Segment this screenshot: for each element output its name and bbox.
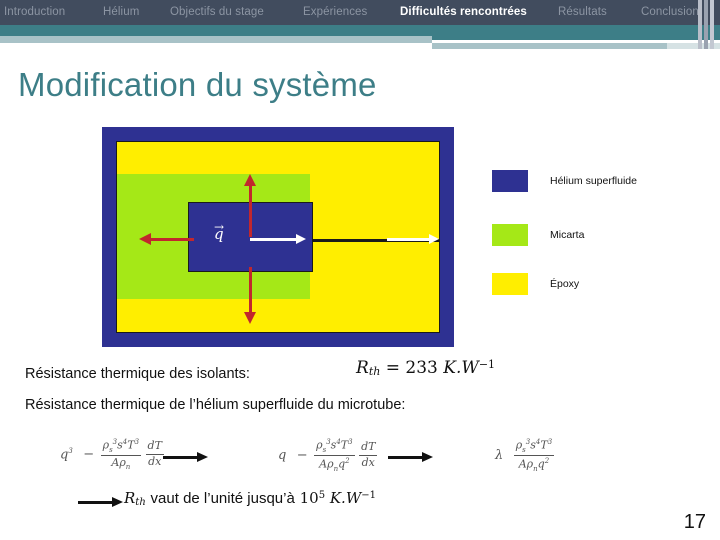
legend-item-micarta: Micarta — [492, 224, 584, 246]
eq1-lhs: q3 — [60, 446, 73, 463]
legend-swatch-epoxy — [492, 273, 528, 295]
legend-label-epoxy: Époxy — [550, 278, 580, 290]
nav-item-introduction[interactable]: Introduction — [4, 0, 65, 25]
nav-item-helium[interactable]: Hélium — [103, 0, 139, 25]
nav-item-resultats[interactable]: Résultats — [558, 0, 607, 25]
flux-arrow-up-shaft — [249, 185, 252, 237]
conclusion-unit-exponent: −1 — [361, 490, 376, 501]
page-number: 17 — [683, 511, 706, 533]
accent-vertical-bar-2 — [704, 0, 708, 49]
accent-band-pale-left — [0, 36, 432, 43]
nav-item-experiences[interactable]: Expériences — [303, 0, 367, 25]
equation-gorter-mellink: q3 − ρs3s4T3 Aρn dT dx — [60, 438, 164, 471]
eq2-lhs: q — [278, 447, 287, 463]
eq2-fraction: ρs3s4T3 Aρnq2 — [314, 438, 355, 473]
white-arrow-2-head — [429, 234, 439, 244]
eq3-fraction: ρs3s4T3 Aρnq2 — [513, 438, 555, 473]
rth-isolants-value: Rth = 233 K.W−1 — [356, 358, 495, 378]
eq2-gradient-den: dx — [361, 455, 375, 469]
heat-flux-label: → q — [214, 220, 224, 243]
resistance-helium-label: Résistance thermique de l’hélium superfl… — [25, 397, 406, 413]
accent-band-pale-mid — [432, 43, 667, 49]
eq1-gradient-num: dT — [145, 440, 164, 456]
eq3-denominator: Aρnq2 — [518, 456, 550, 473]
conclusion-symbol: R — [124, 489, 136, 507]
white-arrow-2-shaft — [387, 238, 431, 241]
eq1-denominator: Aρn — [111, 455, 131, 472]
legend-label-helium: Hélium superfluide — [550, 175, 637, 187]
rth-unit: K.W — [443, 358, 479, 378]
legend-label-micarta: Micarta — [550, 229, 585, 241]
eq1-gradient: dT dx — [145, 440, 164, 469]
equation-row: q3 − ρs3s4T3 Aρn dT dx q − ρs3s4T3 Aρnq2… — [60, 432, 700, 482]
rth-exponent: −1 — [478, 358, 496, 371]
eq1-fraction: ρs3s4T3 Aρn — [100, 438, 142, 472]
flux-arrow-left-shaft — [149, 238, 194, 241]
eq1-minus: − — [83, 447, 95, 463]
flux-arrow-down-shaft — [249, 267, 252, 317]
eq2-gradient: dT dx — [359, 441, 378, 469]
rth-number: 233 — [405, 358, 438, 378]
conclusion-value: 10 — [299, 489, 319, 507]
system-cross-section-diagram: → q — [102, 127, 454, 347]
page-title: Modification du système — [18, 66, 377, 103]
white-arrow-1-shaft — [250, 238, 298, 241]
eq2-gradient-num: dT — [359, 441, 378, 456]
rth-symbol: R — [356, 358, 369, 378]
accent-vertical-bar-3 — [710, 0, 714, 49]
flux-arrow-up-head — [244, 174, 256, 186]
eq2-numerator: ρs3s4T3 — [314, 438, 355, 456]
rth-subscript: th — [368, 365, 381, 378]
eq2-minus: − — [296, 447, 308, 463]
conclusion-line: Rth vaut de l’unité jusqu’à 105 K.W−1 — [124, 489, 376, 508]
nav-item-conclusion[interactable]: Conclusion — [641, 0, 699, 25]
eq3-lhs: λ — [495, 447, 504, 463]
eq1-numerator: ρs3s4T3 — [100, 438, 142, 456]
rth-equals: = — [385, 358, 400, 378]
nav-item-objectifs[interactable]: Objectifs du stage — [170, 0, 264, 25]
conclusion-subscript: th — [135, 497, 146, 508]
eq3-numerator: ρs3s4T3 — [513, 438, 555, 456]
legend-item-epoxy: Époxy — [492, 273, 579, 295]
legend-swatch-helium — [492, 170, 528, 192]
equation-with-q-squared: q − ρs3s4T3 Aρnq2 dT dx — [278, 438, 378, 473]
conclusion-value-exponent: 5 — [318, 490, 326, 501]
accent-band-teal-left — [0, 25, 432, 36]
flux-arrow-left-head — [139, 233, 151, 245]
resistance-isolants-label: Résistance thermique des isolants: — [25, 366, 250, 382]
eq1-gradient-den: dx — [148, 455, 162, 469]
vector-arrow-accent: → — [214, 220, 225, 234]
conclusion-text: vaut de l’unité jusqu’à — [150, 490, 295, 507]
top-navigation-bar: Introduction Hélium Objectifs du stage E… — [0, 0, 720, 25]
flux-arrow-down-head — [244, 312, 256, 324]
nav-item-difficultes[interactable]: Difficultés rencontrées — [400, 0, 527, 25]
legend-swatch-micarta — [492, 224, 528, 246]
eq2-denominator: Aρnq2 — [319, 456, 350, 473]
accent-vertical-bar-1 — [698, 0, 702, 49]
equation-lambda: λ ρs3s4T3 Aρnq2 — [495, 438, 555, 473]
legend-item-helium: Hélium superfluide — [492, 170, 637, 192]
white-arrow-1-head — [296, 234, 306, 244]
conclusion-unit: K.W — [329, 489, 362, 507]
